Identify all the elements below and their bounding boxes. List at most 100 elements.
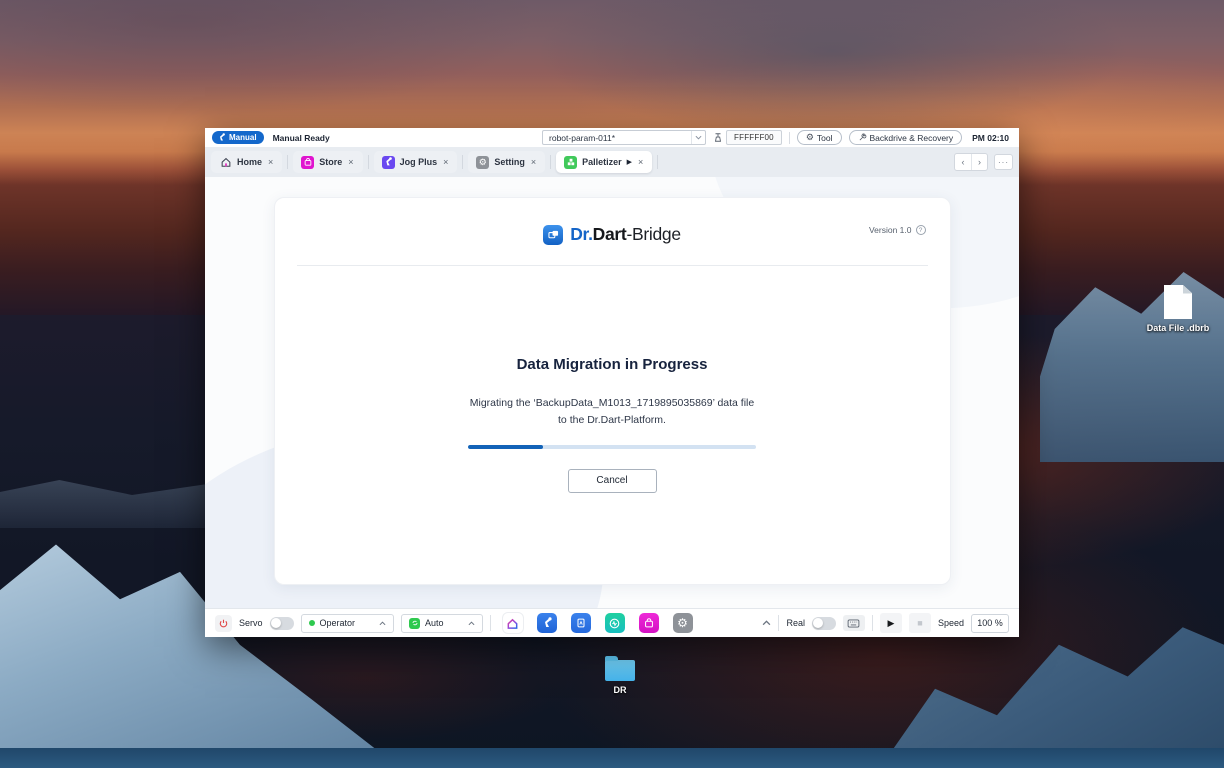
tab-nav-controls: ‹ › ···: [954, 153, 1013, 171]
dart-bridge-logo: Dr.Dart-Bridge: [275, 198, 950, 245]
migration-status-section: Data Migration in Progress Migrating the…: [275, 356, 950, 493]
tab-jog-plus[interactable]: Jog Plus ×: [373, 151, 458, 173]
desktop-icon-label: DR: [613, 685, 627, 695]
tab-scroll-right-button[interactable]: ›: [971, 154, 987, 170]
close-icon[interactable]: ×: [637, 157, 644, 167]
tool-weight-group: FFFFFF00: [713, 130, 782, 145]
tab-running-icon: ▶: [626, 158, 633, 166]
robot-arm-icon: [218, 133, 225, 141]
real-mode-toggle[interactable]: [811, 616, 836, 630]
version-info: Version 1.0 ?: [869, 225, 926, 235]
document-file-icon: [1164, 285, 1192, 319]
tab-label: Setting: [494, 157, 525, 167]
divider: [296, 265, 928, 266]
chevron-down-icon: [691, 131, 705, 144]
auto-mode-icon: [409, 617, 421, 629]
robot-param-value: robot-param-011*: [549, 132, 616, 143]
backdrive-recovery-button[interactable]: Backdrive & Recovery: [848, 130, 963, 145]
virtual-keyboard-button[interactable]: [842, 615, 865, 631]
migration-heading: Data Migration in Progress: [516, 356, 708, 373]
play-button[interactable]: ▶: [879, 613, 902, 633]
palletizer-icon: [564, 155, 578, 169]
stop-button[interactable]: ■: [908, 613, 931, 633]
cancel-button[interactable]: Cancel: [567, 468, 657, 493]
home-icon: [219, 156, 232, 169]
tab-label: Home: [237, 157, 263, 167]
dock-monitoring-app-icon[interactable]: [604, 613, 625, 633]
divider: [367, 155, 369, 169]
wallpaper-water-strip: [0, 748, 1224, 768]
chevron-up-icon: [379, 620, 386, 625]
dock-setting-app-icon[interactable]: ⚙: [672, 613, 693, 633]
status-bar: Manual Manual Ready robot-param-011* FFF…: [205, 128, 1019, 147]
tool-weight-value[interactable]: FFFFFF00: [726, 130, 782, 145]
dock-task-app-icon[interactable]: [570, 613, 591, 633]
close-icon[interactable]: ×: [347, 157, 354, 167]
divider: [657, 155, 659, 169]
speed-value-field[interactable]: 100 %: [971, 613, 1009, 633]
clock-time: PM 02:10: [972, 132, 1009, 143]
dart-bridge-logo-icon: [543, 224, 564, 245]
divider: [462, 155, 464, 169]
desktop-icon-label: Data File .dbrb: [1146, 323, 1210, 333]
dock-jog-app-icon[interactable]: [536, 613, 557, 633]
tab-scroll-left-button[interactable]: ‹: [955, 154, 971, 170]
folder-icon: [605, 656, 635, 681]
speed-label: Speed: [937, 618, 964, 628]
real-mode-label: Real: [786, 618, 805, 628]
collapse-chevron-icon[interactable]: [762, 620, 771, 626]
divider: [489, 615, 491, 631]
operator-dropdown[interactable]: Operator: [300, 613, 395, 633]
close-icon[interactable]: ×: [442, 157, 449, 167]
help-icon[interactable]: ?: [915, 225, 926, 235]
chevron-up-icon: [468, 620, 475, 625]
auto-mode-dropdown[interactable]: Auto: [401, 613, 483, 633]
divider: [788, 131, 790, 144]
migration-message: Migrating the ‘BackupData_M1013_17198950…: [469, 397, 755, 427]
robot-status-text: Manual Ready: [272, 132, 330, 143]
mode-badge-manual[interactable]: Manual: [212, 131, 264, 144]
tab-palletizer[interactable]: Palletizer ▶ ×: [556, 151, 653, 173]
setting-gear-icon: ⚙: [476, 155, 490, 169]
toolbar-right-cluster: Real ▶ ■ Speed 100 %: [762, 613, 1009, 633]
close-icon[interactable]: ×: [267, 157, 274, 167]
bottom-toolbar: Servo Operator Auto ⚙ Real ▶ ■ Speed 100…: [205, 608, 1019, 637]
servo-power-icon[interactable]: [215, 614, 232, 632]
tool-flange-icon: [714, 133, 722, 142]
toggle-knob: [813, 618, 824, 628]
divider: [550, 155, 552, 169]
tab-bar: Home × Store × Jog Plus × ⚙ Setting × Pa…: [205, 147, 1019, 177]
wrench-icon: [859, 133, 866, 141]
tab-label: Store: [319, 157, 343, 167]
divider: [871, 615, 873, 631]
toggle-knob: [271, 618, 282, 628]
gear-icon: ⚙: [805, 132, 814, 142]
dart-platform-window: Manual Manual Ready robot-param-011* FFF…: [205, 128, 1019, 637]
tab-home[interactable]: Home ×: [211, 151, 283, 173]
robot-param-select[interactable]: robot-param-011*: [542, 130, 707, 145]
tool-button-label: Tool: [816, 132, 833, 143]
divider: [778, 615, 780, 631]
migration-progress-bar: [468, 444, 756, 449]
tool-button[interactable]: ⚙ Tool: [796, 130, 842, 145]
operator-status-dot: [308, 620, 315, 626]
dart-bridge-logo-text: Dr.Dart-Bridge: [570, 224, 681, 244]
dock-store-app-icon[interactable]: [638, 613, 659, 633]
tab-label: Palletizer: [582, 157, 622, 167]
tab-store[interactable]: Store ×: [293, 151, 363, 173]
desktop-icon-data-file[interactable]: Data File .dbrb: [1146, 285, 1210, 333]
tab-setting[interactable]: ⚙ Setting ×: [468, 151, 546, 173]
servo-toggle[interactable]: [269, 616, 294, 630]
tab-label: Jog Plus: [399, 157, 438, 167]
tab-scroll-group: ‹ ›: [954, 153, 988, 171]
servo-label: Servo: [239, 618, 263, 628]
divider: [287, 155, 289, 169]
dart-bridge-dialog: Dr.Dart-Bridge Version 1.0 ? Data Migrat…: [273, 197, 951, 585]
mode-badge-label: Manual: [229, 133, 257, 142]
progress-fill: [468, 444, 543, 449]
dock-home-app-icon[interactable]: [502, 613, 523, 633]
workspace-area: Dr.Dart-Bridge Version 1.0 ? Data Migrat…: [205, 177, 1019, 608]
desktop-icon-dr-folder[interactable]: DR: [592, 656, 648, 695]
close-icon[interactable]: ×: [530, 157, 537, 167]
tab-overflow-button[interactable]: ···: [994, 154, 1013, 170]
